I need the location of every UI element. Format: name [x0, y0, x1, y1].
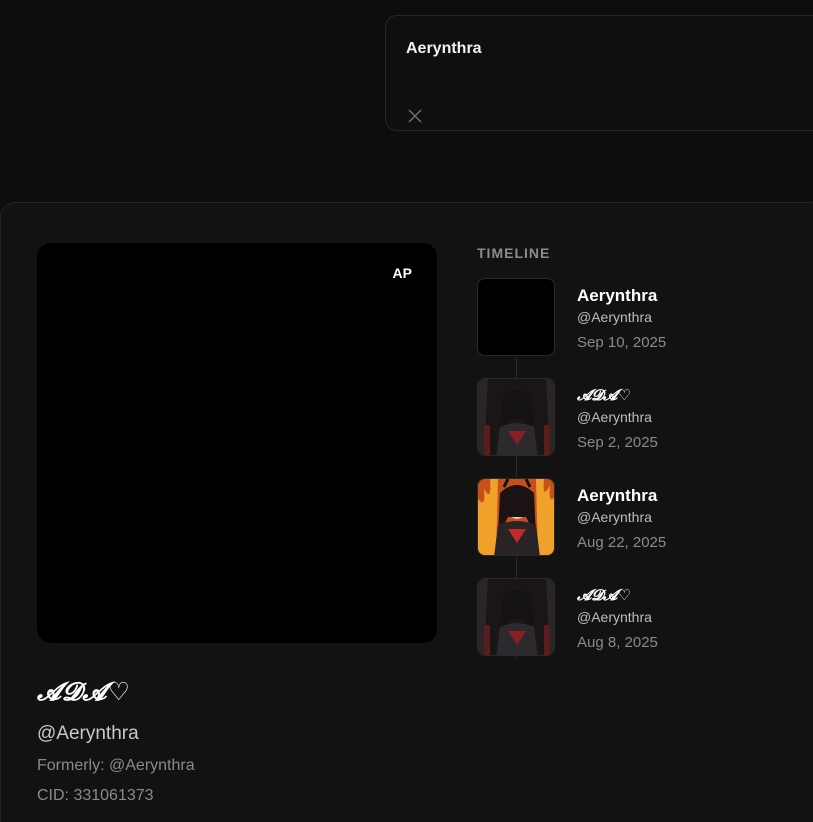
timeline-item-handle: @Aerynthra	[577, 409, 652, 425]
timeline-item-handle: @Aerynthra	[577, 609, 652, 625]
timeline-thumbnail	[477, 378, 555, 456]
timeline-thumbnail	[477, 578, 555, 656]
timeline-item-date: Aug 22, 2025	[577, 534, 667, 551]
timeline-item[interactable]: Aerynthra @Aerynthra Sep 10, 2025	[477, 278, 807, 358]
timeline-item-name: Aerynthra	[577, 286, 658, 305]
timeline-item-date: Sep 10, 2025	[577, 334, 667, 351]
timeline-item-handle: @Aerynthra	[577, 309, 652, 325]
timeline-item-date: Aug 8, 2025	[577, 634, 658, 651]
close-icon[interactable]	[408, 109, 422, 123]
timeline-thumbnail	[477, 278, 555, 356]
timeline-item-name: 𝓐𝓓𝓐♡	[577, 386, 631, 404]
search-result-card[interactable]: Aerynthra	[385, 15, 813, 131]
avatar-badge: AP	[392, 265, 412, 281]
timeline-item-handle: @Aerynthra	[577, 509, 652, 525]
profile-cid: CID: 331061373	[37, 787, 154, 804]
timeline-item-name: 𝓐𝓓𝓐♡	[577, 586, 631, 604]
profile-formerly: Formerly: @Aerynthra	[37, 757, 195, 774]
timeline-item[interactable]: Aerynthra @Aerynthra Aug 22, 2025	[477, 478, 807, 558]
profile-display-name: 𝓐𝓓𝓐♡	[37, 677, 131, 706]
timeline-item[interactable]: 𝓐𝓓𝓐♡ @Aerynthra Sep 2, 2025	[477, 378, 807, 458]
search-card-title: Aerynthra	[406, 40, 482, 57]
avatar: AP	[37, 243, 437, 643]
profile-handle: @Aerynthra	[37, 723, 139, 744]
timeline-item[interactable]: 𝓐𝓓𝓐♡ @Aerynthra Aug 8, 2025	[477, 578, 807, 658]
timeline-thumbnail	[477, 478, 555, 556]
timeline-item-name: Aerynthra	[577, 486, 658, 505]
profile-panel: AP 𝓐𝓓𝓐♡ @Aerynthra Formerly: @Aerynthra …	[0, 202, 813, 822]
page: Aerynthra AP 𝓐𝓓𝓐♡ @Aerynthra Formerly: @…	[0, 0, 813, 822]
timeline-item-date: Sep 2, 2025	[577, 434, 658, 451]
timeline-heading: TIMELINE	[477, 245, 551, 261]
